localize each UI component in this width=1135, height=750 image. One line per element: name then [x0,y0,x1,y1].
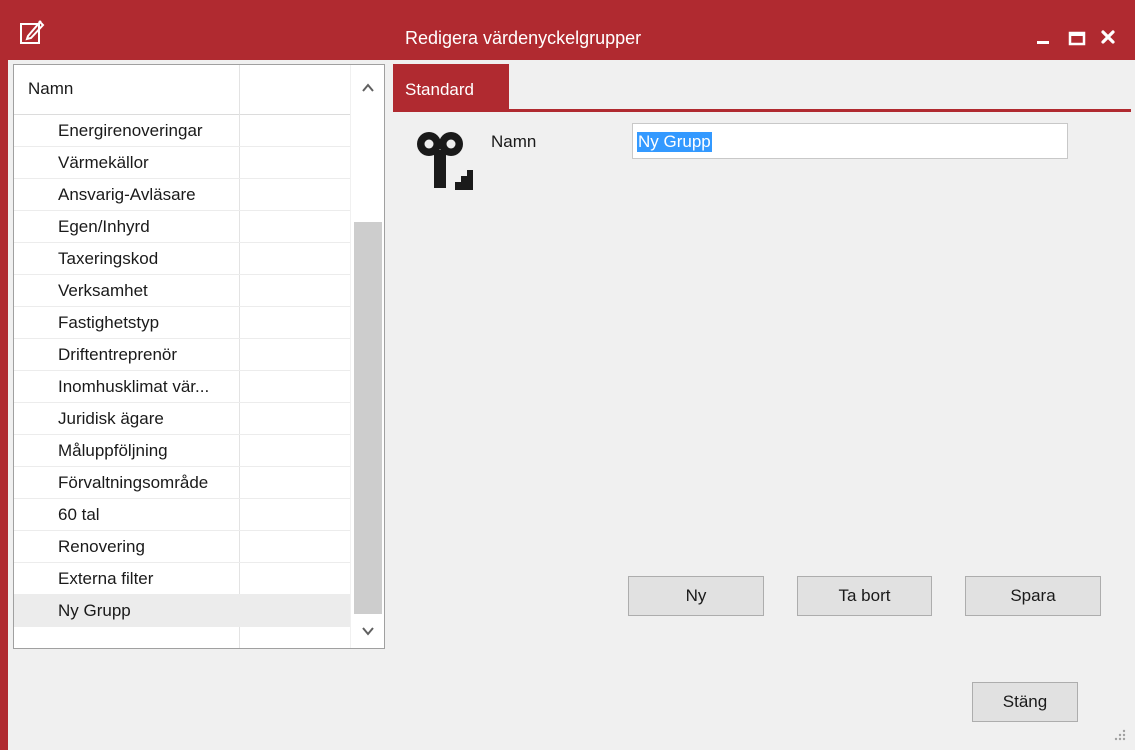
list-item-label: 60 tal [58,505,100,524]
key-group-icon [417,132,473,190]
list-item-label: Taxeringskod [58,249,159,268]
list-item-label: Externa filter [58,569,154,588]
list-item[interactable]: Förvaltningsområde [14,467,350,499]
list-item[interactable]: Måluppföljning [14,435,350,467]
close-icon[interactable] [1095,24,1121,50]
list-item[interactable]: Driftentreprenör [14,339,350,371]
list-item[interactable]: Egen/Inhyrd [14,211,350,243]
list-item-label: Inomhusklimat vär... [58,377,210,396]
list-header[interactable]: Namn [14,65,350,115]
list-item[interactable]: Fastighetstyp [14,307,350,339]
name-label: Namn [491,132,537,151]
list-item-label: Värmekällor [58,153,149,172]
list-item-label: Ny Grupp [58,601,131,620]
list-item[interactable]: Ny Grupp [14,595,350,627]
title-bar[interactable]: Redigera värdenyckelgrupper [8,0,1135,60]
tab-strip: Standard [393,64,1131,112]
resize-grip-icon[interactable] [1110,725,1128,743]
list-item-label: Ansvarig-Avläsare [58,185,196,204]
tab-standard[interactable]: Standard [393,64,509,110]
vertical-scrollbar[interactable] [350,65,384,648]
group-list[interactable]: Namn Energirenoveringar Värmekällor Ansvar… [13,64,385,649]
scroll-down-icon[interactable] [351,610,385,648]
list-item[interactable]: Inomhusklimat vär... [14,371,350,403]
list-item-label: Energirenoveringar [58,121,203,140]
save-button[interactable]: Spara [965,576,1101,616]
new-button[interactable]: Ny [628,576,764,616]
list-item[interactable]: Värmekällor [14,147,350,179]
tab-standard-label: Standard [405,80,474,99]
name-field-value: Ny Grupp [637,132,712,152]
dialog-window: Redigera värdenyckelgrupper Namn Energir… [0,0,1135,750]
list-item-label: Förvaltningsområde [58,473,209,492]
scroll-up-icon[interactable] [351,65,385,103]
list-item-label: Renovering [58,537,145,556]
list-item[interactable]: 60 tal [14,499,350,531]
close-button[interactable]: Stäng [972,682,1078,722]
name-field[interactable]: Ny Grupp [632,123,1068,159]
list-item[interactable]: Verksamhet [14,275,350,307]
list-rows: Energirenoveringar Värmekällor Ansvarig-Av… [14,115,350,627]
scroll-thumb[interactable] [354,222,382,614]
list-item-label: Juridisk ägare [58,409,164,428]
list-item-label: Verksamhet [58,281,148,300]
list-item-label: Måluppföljning [58,441,168,460]
column-header-namn[interactable]: Namn [28,79,73,99]
edit-window-icon [20,20,45,44]
list-item[interactable]: Taxeringskod [14,243,350,275]
list-item[interactable]: Juridisk ägare [14,403,350,435]
list-item[interactable]: Externa filter [14,563,350,595]
list-item-label: Driftentreprenör [58,345,178,364]
list-item[interactable]: Ansvarig-Avläsare [14,179,350,211]
list-item-label: Egen/Inhyrd [58,217,150,236]
list-item[interactable]: Renovering [14,531,350,563]
delete-button[interactable]: Ta bort [797,576,932,616]
window-title: Redigera värdenyckelgrupper [405,28,642,48]
minimize-icon[interactable] [1031,24,1057,50]
list-item[interactable]: Energirenoveringar [14,115,350,147]
maximize-icon[interactable] [1064,24,1090,50]
list-item-label: Fastighetstyp [58,313,160,332]
